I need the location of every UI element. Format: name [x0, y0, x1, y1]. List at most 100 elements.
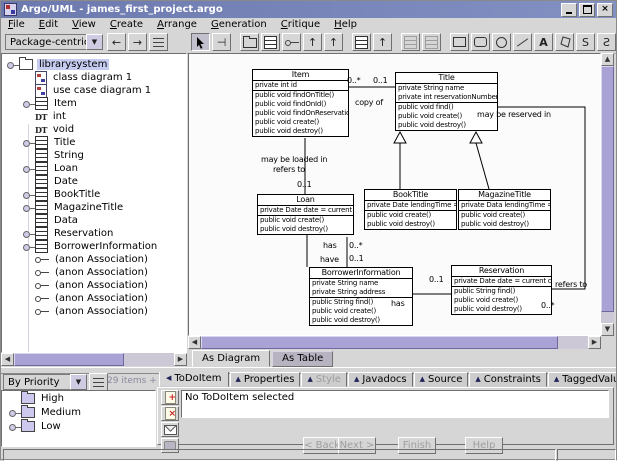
- scroll-right-icon[interactable]: ▶: [588, 336, 601, 349]
- maximize-button[interactable]: [579, 3, 595, 17]
- resolve-todo-button[interactable]: ×: [161, 406, 179, 421]
- realization-tool-button[interactable]: ↑: [373, 33, 392, 51]
- uml-class-title[interactable]: Title private String name private int re…: [395, 72, 498, 131]
- generalization-tool-button[interactable]: ↑: [324, 33, 343, 51]
- uml-class-reservation[interactable]: Reservation private Date date = current …: [451, 265, 552, 315]
- menu-file[interactable]: File: [1, 19, 32, 30]
- tree-item-association[interactable]: (anon Association): [2, 266, 186, 279]
- tab-properties[interactable]: ▲ Properties: [230, 372, 301, 387]
- canvas-horizontal-scrollbar[interactable]: ◀ ▶: [188, 336, 601, 349]
- nav-back-button[interactable]: ←: [107, 33, 126, 51]
- class-tool-button[interactable]: [261, 33, 280, 51]
- menu-help[interactable]: Help: [327, 19, 364, 30]
- tab-as-diagram[interactable]: As Diagram: [192, 350, 270, 367]
- flatten-button[interactable]: [149, 33, 168, 51]
- tree-item-librarysystem[interactable]: librarysystem: [2, 58, 186, 71]
- explorer-tree[interactable]: librarysystem class diagram 1 use case d…: [1, 53, 187, 353]
- text-tool-button[interactable]: A: [534, 33, 553, 51]
- polygon-tool-button[interactable]: [555, 33, 574, 51]
- uml-class-borrowerinformation[interactable]: BorrowerInformation private String name …: [309, 267, 413, 326]
- chevron-down-icon[interactable]: ▼: [86, 34, 103, 50]
- rectangle-tool-button[interactable]: [450, 33, 469, 51]
- tab-source[interactable]: ▲ Source: [414, 372, 469, 387]
- expander-icon[interactable]: [8, 420, 21, 433]
- perspective-combo[interactable]: Package-centric ▼: [5, 34, 103, 50]
- association-tool-button[interactable]: [282, 33, 301, 51]
- expander-icon[interactable]: [22, 162, 35, 175]
- scroll-down-icon[interactable]: ▼: [601, 323, 614, 336]
- package-tool-button[interactable]: [240, 33, 259, 51]
- chevron-down-icon[interactable]: ▼: [70, 374, 87, 390]
- uml-class-item[interactable]: Item private int id public void findOnTi…: [252, 69, 349, 137]
- tab-taggedvalues[interactable]: ▲ TaggedValues: [548, 372, 616, 387]
- tree-item-magazinetitle[interactable]: MagazineTitle: [2, 201, 186, 214]
- expander-icon[interactable]: [22, 136, 35, 149]
- tab-as-table[interactable]: As Table: [272, 351, 333, 367]
- expander-icon[interactable]: [8, 406, 21, 419]
- expander-icon[interactable]: [22, 188, 35, 201]
- expander-icon[interactable]: [22, 227, 35, 240]
- new-todo-button[interactable]: +: [161, 390, 179, 405]
- uml-class-magazinetitle[interactable]: MagazineTitle private Data lendingTime =…: [458, 189, 551, 230]
- scroll-right-icon[interactable]: ▶: [174, 353, 187, 366]
- select-tool-button[interactable]: [191, 33, 210, 51]
- tree-item-association[interactable]: (anon Association): [2, 305, 186, 318]
- scrollbar-thumb[interactable]: [201, 336, 558, 349]
- tree-item-association[interactable]: (anon Association): [2, 292, 186, 305]
- scrollbar-thumb[interactable]: [14, 353, 124, 366]
- todo-flatten-button[interactable]: [89, 373, 108, 391]
- expander-icon[interactable]: [22, 240, 35, 253]
- tree-horizontal-scrollbar[interactable]: ◀ ▶: [1, 353, 187, 366]
- title-bar[interactable]: Argo/UML - james_first_project.argo ×: [1, 1, 616, 18]
- tree-item-item[interactable]: Item: [2, 97, 186, 110]
- tree-item-usecase-diagram[interactable]: use case diagram 1: [2, 84, 186, 97]
- tree-item-loan[interactable]: Loan: [2, 162, 186, 175]
- todo-folder-low[interactable]: Low: [2, 419, 155, 433]
- tab-javadocs[interactable]: ▲ Javadocs: [348, 372, 413, 387]
- interface-tool-button[interactable]: [352, 33, 371, 51]
- todo-tree[interactable]: High Medium Low: [1, 390, 156, 447]
- expander-icon[interactable]: [6, 58, 19, 71]
- todo-filter-combo[interactable]: By Priority ▼: [3, 374, 87, 390]
- broom-tool-button[interactable]: ⊣: [212, 33, 231, 51]
- menu-edit[interactable]: Edit: [32, 19, 65, 30]
- tab-todoitem[interactable]: ◀ ToDoItem: [159, 372, 229, 387]
- tree-item-class-diagram[interactable]: class diagram 1: [2, 71, 186, 84]
- canvas-vertical-scrollbar[interactable]: ▲ ▼: [601, 53, 614, 336]
- expander-icon[interactable]: [22, 97, 35, 110]
- todo-folder-high[interactable]: High: [2, 391, 155, 405]
- menu-create[interactable]: Create: [103, 19, 150, 30]
- minimize-button[interactable]: [561, 3, 577, 17]
- tree-item-string[interactable]: String: [2, 149, 186, 162]
- spline-tool-button[interactable]: S: [576, 33, 595, 51]
- tree-item-date[interactable]: Date: [2, 175, 186, 188]
- ink-tool-button[interactable]: Ƨ: [597, 33, 616, 51]
- menu-arrange[interactable]: Arrange: [150, 19, 204, 30]
- tree-item-void[interactable]: DT void: [2, 123, 186, 136]
- line-tool-button[interactable]: [513, 33, 532, 51]
- tree-item-booktitle[interactable]: BookTitle: [2, 188, 186, 201]
- scrollbar-thumb[interactable]: [601, 66, 614, 312]
- tab-constraints[interactable]: ▲ Constraints: [469, 372, 546, 387]
- tree-item-int[interactable]: DT int: [2, 110, 186, 123]
- tree-item-title[interactable]: Title: [2, 136, 186, 149]
- uml-class-booktitle[interactable]: BookTitle private Date lendingTime = 30 …: [364, 189, 457, 230]
- status-bar-grip[interactable]: [557, 449, 616, 461]
- scroll-left-icon[interactable]: ◀: [1, 353, 14, 366]
- tree-item-borrowerinformation[interactable]: BorrowerInformation: [2, 240, 186, 253]
- todo-folder-medium[interactable]: Medium: [2, 405, 155, 419]
- menu-view[interactable]: View: [65, 19, 103, 30]
- close-button[interactable]: ×: [597, 3, 613, 17]
- tree-item-reservation[interactable]: Reservation: [2, 227, 186, 240]
- uml-class-loan[interactable]: Loan private Date date = current date pu…: [257, 194, 354, 235]
- scroll-up-icon[interactable]: ▲: [601, 53, 614, 66]
- tree-item-association[interactable]: (anon Association): [2, 279, 186, 292]
- tree-item-association[interactable]: (anon Association): [2, 253, 186, 266]
- email-expert-button[interactable]: [161, 422, 179, 437]
- rounded-rectangle-tool-button[interactable]: [471, 33, 490, 51]
- circle-tool-button[interactable]: [492, 33, 511, 51]
- diagram-canvas[interactable]: Item private int id public void findOnTi…: [188, 53, 601, 336]
- nav-forward-button[interactable]: →: [128, 33, 147, 51]
- dependency-tool-button[interactable]: ↑: [303, 33, 322, 51]
- expander-icon[interactable]: [22, 201, 35, 214]
